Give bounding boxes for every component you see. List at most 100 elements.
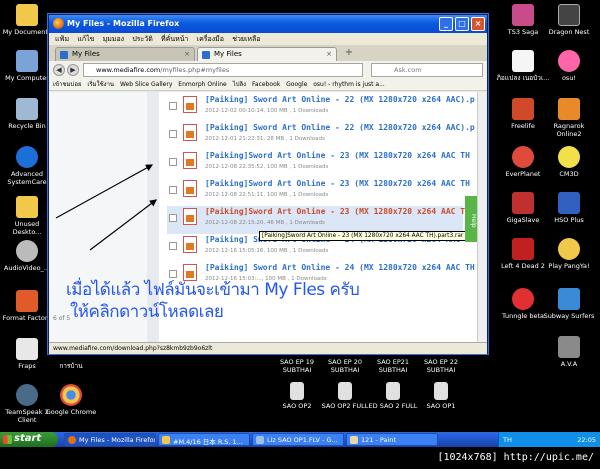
folder-icon [16,4,38,26]
desktop-icon-ed-sao-2-full[interactable]: ED SAO 2 FULL [366,382,420,410]
bookmark-most-visited[interactable]: เข้าชมบ่อย [53,81,81,88]
game-icon [558,98,580,120]
file-checkbox[interactable] [169,102,177,110]
desktop-icon-sao-ep21[interactable]: SAO EP21 SUBTHAI [366,358,420,374]
bookmark-pailing[interactable]: ไปลิง [233,81,246,88]
taskbar-button-label: 121 - Paint [361,436,396,444]
bookmark-google[interactable]: Google [286,81,307,88]
game-icon [558,4,580,26]
clock[interactable]: 22:05 [577,436,596,444]
desktop-icon-google-chrome[interactable]: Google Chrome [44,384,98,416]
menu-tools[interactable]: เครื่องมือ [197,35,224,43]
game-icon [512,98,534,120]
menu-view[interactable]: มุมมอง [103,35,124,43]
desktop-icon-sao-ep19[interactable]: SAO EP 19 SUBTHAI [270,358,324,374]
tab-my-files-2[interactable]: My Files × [197,47,337,61]
desktop-icon-ragnarok[interactable]: Ragnarok Online2 [542,98,596,138]
file-row[interactable]: [Paiking] Sword Art Online - 22 (MX 1280… [167,122,475,150]
menu-file[interactable]: แฟ้ม [55,35,69,43]
desktop-icon-sao-ep20[interactable]: SAO EP 20 SUBTHAI [318,358,372,374]
language-indicator[interactable]: TH [503,436,512,444]
bookmark-facebook[interactable]: Facebook [252,81,280,88]
close-button[interactable]: × [471,17,485,31]
desktop-icon-hso-plus[interactable]: HSO Plus [542,192,596,224]
desktop-icon-sao-op1[interactable]: SAO OP1 [414,382,468,410]
file-row[interactable]: [Paiking]Sword Art Online - 23 (MX 1280x… [167,150,470,178]
desktop-icon-recycle-bin[interactable]: Recycle Bin [0,98,54,130]
desktop-icon-pangya[interactable]: Play PangYa! [542,238,596,270]
archive-file-icon [183,124,197,141]
game-icon [558,238,580,260]
window-titlebar[interactable]: My Files - Mozilla Firefox _ □ × [49,15,487,33]
start-button[interactable]: start [0,432,58,447]
file-name[interactable]: [Paiking]Sword Art Online - 23 (MX 1280x… [205,207,470,216]
file-checkbox[interactable] [169,186,177,194]
maximize-button[interactable]: □ [455,17,469,31]
desktop-icon-my-computer[interactable]: My Computer [0,50,54,82]
tab-close-icon[interactable]: × [184,50,190,58]
url-bar[interactable]: www.mediafire.com/myfiles.php#myfiles [83,63,363,77]
file-name[interactable]: [Paiking] Sword Art Online - 22 (MX 1280… [205,123,475,132]
file-row[interactable]: [Paiking]Sword Art Online - 23 (MX 1280x… [167,178,470,206]
file-checkbox[interactable] [169,130,177,138]
menu-history[interactable]: ประวัติ [132,35,152,43]
tab-my-files-1[interactable]: My Files × [55,47,195,61]
taskbar: start My Files - Mozilla Firefox #M.4/16… [0,432,600,447]
desktop-icon-label: HSO Plus [554,216,584,224]
file-name[interactable]: [Paiking]Sword Art Online - 23 (MX 1280x… [205,179,470,188]
desktop: My Documents My Computer Recycle Bin Adv… [0,0,600,432]
desktop-icon-osu[interactable]: osu! [542,50,596,82]
file-checkbox[interactable] [169,242,177,250]
help-tab[interactable]: Help [465,196,477,242]
desktop-icon-subway-surfers[interactable]: Subway Surfers [542,288,596,320]
desktop-icon-sao-op2-full[interactable]: SAO OP2 FULL [318,382,372,410]
desktop-icon-label: SAO EP21 SUBTHAI [376,358,410,374]
desktop-icon-sao-op2[interactable]: SAO OP2 [270,382,324,410]
file-name[interactable]: [Paiking] Sword Art Online - 22 (MX 1280… [205,95,475,104]
desktop-icon-format-factory[interactable]: Format Factory [0,290,54,322]
new-tab-button[interactable]: + [342,47,356,60]
menu-help[interactable]: ช่วยเหลือ [232,35,260,43]
forward-button[interactable]: ▶ [67,64,79,76]
taskbar-button-firefox[interactable]: My Files - Mozilla Firefox [64,433,156,446]
file-row[interactable]: [Paiking] Sword Art Online - 22 (MX 1280… [167,94,475,122]
search-input[interactable]: Ask.com [371,63,483,77]
desktop-icon-dragon-nest[interactable]: Dragon Nest [542,4,596,36]
desktop-icon-cm3d[interactable]: CM3D [542,146,596,178]
vertical-scrollbar[interactable] [477,92,487,342]
taskbar-button-chat[interactable]: #M.4/16 日本 R.S. 1... [158,433,250,446]
window-title: My Files - Mozilla Firefox [67,19,180,28]
desktop-icon-unused-desktop[interactable]: Unused Deskto... [0,196,54,236]
desktop-icon-my-documents[interactable]: My Documents [0,4,54,36]
taskbar-button-paint[interactable]: 121 - Paint [346,433,438,446]
desktop-icon-advanced-systemcare[interactable]: Advanced SystemCare [0,146,54,186]
file-meta: 2012-12-08 22:51:11, 100 MB , 1 Download… [205,192,329,198]
back-button[interactable]: ◀ [53,64,65,76]
minimize-button[interactable]: _ [439,17,453,31]
page-count-caption: 6 of 5 [53,315,71,322]
file-checkbox[interactable] [169,214,177,222]
bookmarks-toolbar: เข้าชมบ่อย เริ่มใช้งาน Web Slice Gallery… [49,79,487,91]
system-tray: TH 22:05 [498,432,600,447]
file-name[interactable]: [Paiking] Sword Art Online - 24 (MX 1280… [205,263,475,272]
file-name[interactable]: [Paiking]Sword Art Online - 23 (MX 1280x… [205,151,470,160]
menu-edit[interactable]: แก้ไข [77,35,94,43]
chrome-icon [60,384,82,406]
desktop-icon-audiovideo[interactable]: AudioVideo_... [0,240,54,272]
bookmark-osu[interactable]: osu! - rhythm is just a... [313,81,385,88]
bookmark-enmorph[interactable]: Enmorph Online [178,81,226,88]
taskbar-button-video-player[interactable]: Liz SAO OP1.FLV - G... [252,433,344,446]
desktop-icon-ava[interactable]: A.V.A [542,336,596,368]
bookmark-getting-started[interactable]: เริ่มใช้งาน [87,81,114,88]
advanced-systemcare-icon [16,146,38,168]
menu-bookmarks[interactable]: ที่คั่นหน้า [161,35,188,43]
taskbar-button-label: My Files - Mozilla Firefox [79,436,156,444]
file-row-highlighted[interactable]: [Paiking]Sword Art Online - 23 (MX 1280x… [167,206,470,234]
desktop-icon-label: Subway Surfers [543,312,595,320]
desktop-icon-sao-ep22[interactable]: SAO EP 22 SUBTHAI [414,358,468,374]
bookmark-web-slice-gallery[interactable]: Web Slice Gallery [120,81,172,88]
desktop-icon-label: Ragnarok Online2 [553,122,585,138]
file-checkbox[interactable] [169,158,177,166]
tab-close-icon[interactable]: × [326,50,332,58]
desktop-icon-label: SAO OP2 FULL [321,402,369,410]
